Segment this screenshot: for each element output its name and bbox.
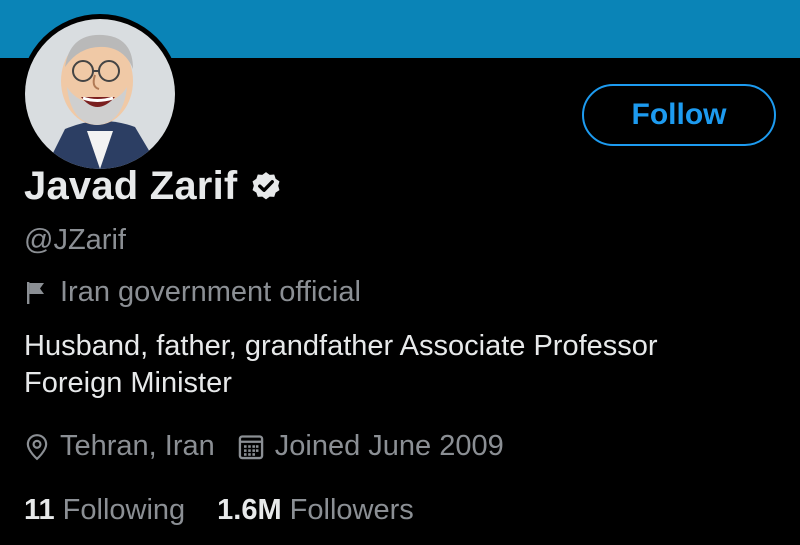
account-label[interactable]: Iran government official [24,276,361,309]
account-label-text: Iran government official [60,276,361,308]
bio-line: Foreign Minister [24,367,232,399]
verified-badge-icon [252,171,280,199]
profile-bio: Husband, father, grandfather Associate P… [24,328,764,402]
profile-name: Javad Zarif [24,164,238,208]
following-link[interactable]: 11 Following [24,494,185,527]
profile-stats: 11 Following 1.6M Followers [24,494,446,527]
followers-label: Followers [289,494,414,526]
avatar-caricature-image [25,19,175,169]
joined-text: Joined June 2009 [274,430,504,462]
joined-item: Joined June 2009 [237,430,504,463]
followers-link[interactable]: 1.6M Followers [217,494,414,527]
profile-info-row: Tehran, Iran Joined June 2009 [24,430,526,463]
bio-line: Husband, father, grandfather Associate P… [24,330,658,362]
location-item: Tehran, Iran [24,430,215,463]
location-pin-icon [26,433,48,460]
location-text: Tehran, Iran [60,430,215,462]
following-count: 11 [24,494,55,526]
calendar-icon [238,434,264,459]
avatar[interactable] [20,14,180,174]
following-label: Following [62,494,186,526]
flag-icon [27,281,44,304]
followers-count: 1.6M [217,494,282,526]
profile-handle: @JZarif [24,224,126,256]
profile-name-row: Javad Zarif [24,164,283,209]
follow-button[interactable]: Follow [582,84,776,146]
